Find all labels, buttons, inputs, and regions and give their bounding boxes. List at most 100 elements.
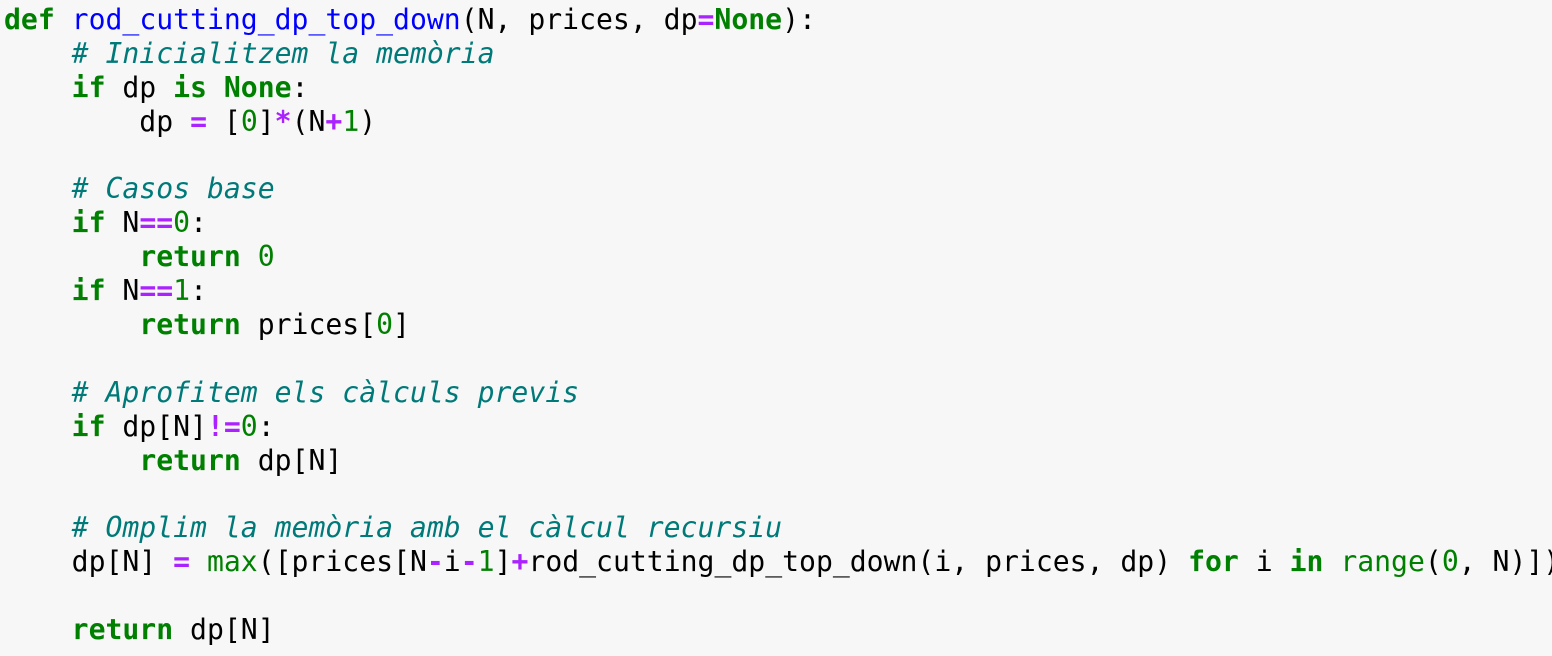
- code-token: :: [190, 274, 207, 308]
- code-token: 0: [173, 206, 191, 240]
- code-token: N: [105, 274, 140, 308]
- code-token: +: [511, 545, 529, 579]
- code-token: in: [1289, 545, 1324, 579]
- code-token: 1: [173, 274, 191, 308]
- code-line: if N==1:: [4, 274, 1550, 308]
- code-token: rod_cutting_dp_top_down: [71, 3, 461, 36]
- code-token: ): [359, 104, 377, 138]
- code-token: :: [257, 409, 275, 443]
- code-token: # Aprofitem els càlculs previs: [71, 375, 580, 409]
- code-token: (: [1424, 545, 1442, 579]
- code-token: N: [105, 206, 140, 240]
- code-token: is: [173, 70, 207, 104]
- code-line: # Casos base: [4, 172, 1550, 206]
- code-token: range: [1340, 545, 1425, 579]
- code-token: 0: [376, 308, 394, 342]
- code-token: (N: [291, 104, 326, 138]
- code-token: =: [173, 545, 191, 579]
- code-line: # Omplim la memòria amb el càlcul recurs…: [4, 511, 1550, 545]
- code-token: if: [71, 274, 106, 308]
- code-token: ]: [494, 545, 512, 579]
- code-line: dp = [0]*(N+1): [4, 105, 1550, 139]
- code-token: if: [71, 206, 106, 240]
- code-token: ==: [139, 206, 174, 240]
- code-token: if: [71, 70, 106, 104]
- code-token: :: [291, 70, 309, 104]
- code-token: +: [325, 104, 343, 138]
- code-token: return: [139, 443, 241, 477]
- code-line: # Inicialitzem la memòria: [4, 37, 1550, 71]
- code-token: !=: [206, 409, 241, 443]
- code-line: return 0: [4, 240, 1550, 274]
- code-token: dp[N]: [105, 409, 207, 443]
- code-token: # Omplim la memòria amb el càlcul recurs…: [71, 511, 783, 545]
- code-line: def rod_cutting_dp_top_down(N, prices, d…: [4, 3, 1550, 37]
- code-token: return: [139, 240, 241, 274]
- code-token: 0: [1441, 545, 1459, 579]
- code-token: :: [190, 206, 207, 240]
- code-token: -: [426, 545, 444, 579]
- code-token: 1: [342, 104, 360, 138]
- code-token: (N, prices, dp: [460, 3, 698, 36]
- code-line: if dp is None:: [4, 71, 1550, 105]
- code-token: i: [443, 545, 461, 579]
- code-token: ]: [257, 104, 275, 138]
- code-token: return: [139, 308, 241, 342]
- code-token: 1: [477, 545, 495, 579]
- code-token: *: [274, 104, 292, 138]
- code-token: [: [206, 104, 241, 138]
- code-token: prices[: [240, 308, 377, 342]
- code-token: return: [71, 613, 174, 647]
- code-token: -: [460, 545, 478, 579]
- code-token: i: [1238, 545, 1290, 579]
- code-token: dp: [4, 104, 191, 138]
- code-token: for: [1188, 545, 1239, 579]
- code-token: ):: [782, 3, 816, 36]
- code-token: dp[N]: [4, 545, 174, 579]
- code-token: # Inicialitzem la memòria: [71, 36, 495, 70]
- code-editor[interactable]: def rod_cutting_dp_top_down(N, prices, d…: [4, 3, 1552, 647]
- code-token: None: [223, 70, 292, 104]
- code-line: if dp[N]!=0:: [4, 410, 1550, 444]
- code-token: 0: [257, 240, 275, 274]
- code-line: if N==0:: [4, 206, 1550, 240]
- code-token: =: [697, 3, 715, 36]
- code-line: dp[N] = max([prices[N-i-1]+rod_cutting_d…: [4, 545, 1552, 579]
- code-token: def: [4, 3, 55, 36]
- code-line: return dp[N]: [4, 613, 1550, 647]
- code-token: ([prices[N: [257, 545, 427, 579]
- code-token: None: [714, 3, 783, 36]
- code-token: dp[N]: [173, 613, 275, 647]
- code-token: , N)]): [1458, 545, 1552, 579]
- code-token: max: [206, 545, 258, 579]
- code-token: # Casos base: [71, 172, 275, 206]
- code-token: dp: [105, 70, 174, 104]
- code-line: # Aprofitem els càlculs previs: [4, 376, 1550, 410]
- code-line: return prices[0]: [4, 308, 1550, 342]
- code-token: 0: [240, 104, 258, 138]
- code-token: ==: [139, 274, 174, 308]
- code-token: if: [71, 409, 106, 443]
- code-token: rod_cutting_dp_top_down(i, prices, dp): [528, 545, 1189, 579]
- code-token: =: [190, 104, 207, 138]
- code-line: return dp[N]: [4, 444, 1550, 478]
